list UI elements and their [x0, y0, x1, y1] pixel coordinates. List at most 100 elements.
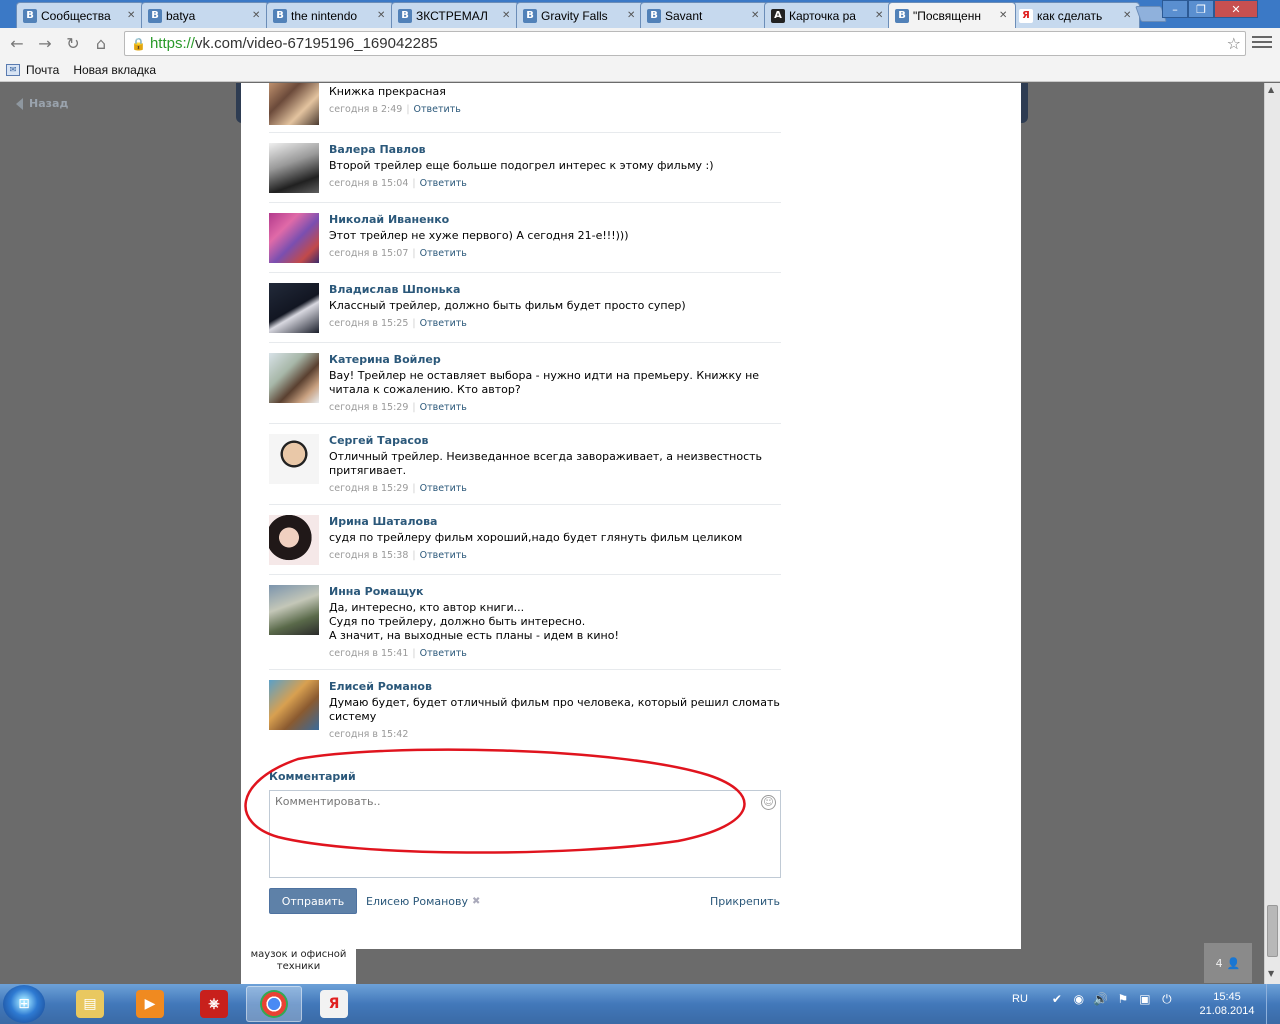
tab-close-icon[interactable]: ✕: [627, 10, 637, 21]
bookmarks-bar: ✉ Почта Новая вкладка: [0, 58, 1280, 155]
comment-author[interactable]: Елисей Романов: [329, 680, 781, 694]
browser-tab[interactable]: B Gravity Falls ✕: [516, 2, 644, 28]
forward-arrow-icon[interactable]: →: [34, 32, 56, 54]
close-icon[interactable]: ✖: [472, 896, 480, 907]
minimize-button[interactable]: –: [1162, 0, 1188, 18]
meta-separator: |: [412, 318, 416, 329]
show-desktop-button[interactable]: [1266, 984, 1280, 1024]
avatar[interactable]: [269, 353, 319, 403]
tab-close-icon[interactable]: ✕: [127, 10, 137, 21]
check-shield-icon[interactable]: ✔: [1050, 992, 1064, 1006]
folder-icon: ▤: [76, 990, 104, 1018]
comment-author[interactable]: Катерина Войлер: [329, 353, 781, 367]
comment-author[interactable]: Ирина Шаталова: [329, 515, 781, 529]
page-scrollbar[interactable]: ▲ ▼: [1264, 83, 1280, 984]
avatar[interactable]: [269, 143, 319, 193]
tab-close-icon[interactable]: ✕: [252, 10, 262, 21]
comment-time[interactable]: сегодня в 15:29: [329, 402, 408, 413]
send-button[interactable]: Отправить: [269, 888, 357, 914]
maximize-button[interactable]: ❐: [1188, 0, 1214, 18]
language-indicator[interactable]: RU: [1012, 993, 1028, 1005]
back-arrow-icon[interactable]: ←: [6, 32, 28, 54]
browser-tab[interactable]: Bthe nintendo ✕: [266, 2, 394, 28]
comment-time[interactable]: сегодня в 15:04: [329, 178, 408, 189]
taskbar-yandex[interactable]: Я: [306, 986, 362, 1022]
back-triangle-icon: [16, 97, 23, 110]
browser-tab[interactable]: A Карточка ра ✕: [764, 2, 892, 28]
scroll-up-icon[interactable]: ▲: [1268, 85, 1274, 94]
attach-link[interactable]: Прикрепить: [710, 895, 780, 908]
comment-time[interactable]: сегодня в 2:49: [329, 104, 402, 115]
browser-tab[interactable]: B ЗКСТРЕМАЛ ✕: [391, 2, 519, 28]
avatar[interactable]: [269, 213, 319, 263]
reply-link[interactable]: Ответить: [420, 550, 467, 561]
reply-link[interactable]: Ответить: [414, 104, 461, 115]
tab-close-icon[interactable]: ✕: [999, 10, 1009, 21]
comment-time[interactable]: сегодня в 15:41: [329, 648, 408, 659]
clock[interactable]: 15:45 21.08.2014: [1190, 990, 1264, 1018]
scrollbar-thumb[interactable]: [1267, 905, 1278, 957]
tab-close-icon[interactable]: ✕: [875, 10, 885, 21]
avatar[interactable]: [269, 434, 319, 484]
taskbar-explorer[interactable]: ▤: [62, 986, 118, 1022]
side-counter[interactable]: 4 👤: [1204, 943, 1252, 983]
network-globe-icon[interactable]: ◉: [1072, 992, 1086, 1006]
taskbar-acrobat[interactable]: ⎈: [186, 986, 242, 1022]
browser-tab[interactable]: B "Посвященн ✕: [888, 2, 1016, 28]
avatar[interactable]: [269, 680, 319, 730]
reply-link[interactable]: Ответить: [420, 318, 467, 329]
comment-meta: сегодня в 2:49 | Ответить: [329, 103, 781, 117]
avatar[interactable]: [269, 283, 319, 333]
scroll-down-icon[interactable]: ▼: [1268, 969, 1274, 978]
comment-author[interactable]: Владислав Шпонька: [329, 283, 781, 297]
reply-link[interactable]: Ответить: [420, 483, 467, 494]
tab-close-icon[interactable]: ✕: [751, 10, 761, 21]
reload-icon[interactable]: ↻: [62, 32, 84, 54]
yandex-icon: Я: [320, 990, 348, 1018]
comment-author[interactable]: Николай Иваненко: [329, 213, 781, 227]
back-link[interactable]: Назад: [16, 97, 68, 110]
comment-time[interactable]: сегодня в 15:42: [329, 729, 408, 740]
comment-author[interactable]: Инна Ромащук: [329, 585, 781, 599]
comment-time[interactable]: сегодня в 15:07: [329, 248, 408, 259]
start-button[interactable]: ⊞: [3, 985, 45, 1023]
reply-link[interactable]: Ответить: [420, 402, 467, 413]
browser-tab[interactable]: Якак сделать ✕: [1012, 2, 1140, 28]
smiley-icon[interactable]: ☺: [761, 795, 776, 810]
reply-link[interactable]: Ответить: [420, 648, 467, 659]
system-tray: RU ✔ ◉ 🔊 ⚑ ▣ ⏻: [1012, 992, 1174, 1007]
home-icon[interactable]: ⌂: [90, 32, 112, 54]
comment-time[interactable]: сегодня в 15:29: [329, 483, 408, 494]
tab-close-icon[interactable]: ✕: [502, 10, 512, 21]
power-icon[interactable]: ⏻: [1160, 992, 1174, 1006]
comment-author[interactable]: Валера Павлов: [329, 143, 781, 157]
avatar[interactable]: [269, 515, 319, 565]
taskbar-media[interactable]: ▶: [122, 986, 178, 1022]
comment-time[interactable]: сегодня в 15:38: [329, 550, 408, 561]
tab-close-icon[interactable]: ✕: [1123, 10, 1133, 21]
chrome-menu-icon[interactable]: [1252, 32, 1272, 52]
tab-close-icon[interactable]: ✕: [377, 10, 387, 21]
monitor-icon[interactable]: ▣: [1138, 992, 1152, 1006]
bookmark-mail[interactable]: ✉ Почта: [6, 63, 59, 77]
bookmark-star-icon[interactable]: ☆: [1227, 34, 1241, 53]
reply-link[interactable]: Ответить: [420, 178, 467, 189]
comment-input[interactable]: Комментировать.. ☺: [269, 790, 781, 878]
comment-time[interactable]: сегодня в 15:25: [329, 318, 408, 329]
flag-icon[interactable]: ⚑: [1116, 992, 1130, 1006]
reply-link[interactable]: Ответить: [420, 248, 467, 259]
bookmark-new-tab[interactable]: Новая вкладка: [0, 63, 156, 155]
avatar[interactable]: [269, 585, 319, 635]
speaker-icon[interactable]: 🔊: [1093, 992, 1108, 1006]
close-window-button[interactable]: ✕: [1214, 0, 1258, 18]
url-text: https://vk.com/video-67195196_169042285: [149, 35, 438, 52]
browser-tab[interactable]: Bbatya ✕: [141, 2, 269, 28]
taskbar-chrome[interactable]: [246, 986, 302, 1022]
address-bar[interactable]: 🔒 https://vk.com/video-67195196_16904228…: [124, 31, 1246, 56]
browser-tab[interactable]: B Сообщества ✕: [16, 2, 144, 28]
browser-tab[interactable]: B Savant ✕: [640, 2, 768, 28]
meta-separator: |: [406, 104, 410, 115]
comment-author[interactable]: Сергей Тарасов: [329, 434, 781, 448]
avatar[interactable]: [269, 83, 319, 125]
reply-to-link[interactable]: Елисею Романову ✖: [366, 895, 480, 908]
